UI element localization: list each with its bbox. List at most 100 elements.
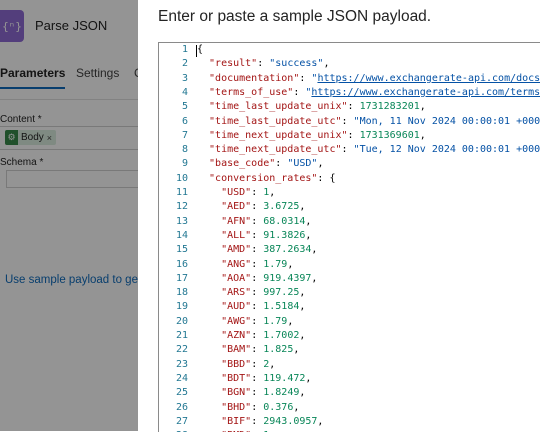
line-number: 9	[181, 158, 188, 170]
code-line: 8 "time_next_update_utc": "Tue, 12 Nov 2…	[159, 143, 540, 157]
token-key: "BGN"	[197, 387, 252, 399]
code-line: 15 "AMD": 387.2634,	[159, 243, 540, 257]
code-line: 21 "AZN": 1.7002,	[159, 329, 540, 343]
token-punc: ,	[305, 215, 312, 227]
code-text: "terms_of_use": "https://www.exchangerat…	[197, 86, 540, 100]
line-number: 23	[175, 358, 188, 370]
token-str: "success"	[269, 58, 324, 70]
code-text: "AOA": 919.4397,	[197, 272, 317, 286]
token-key: "BBD"	[197, 358, 252, 370]
token-url[interactable]: https://www.exchangerate-api.com/docs	[317, 73, 540, 84]
token-punc: ,	[305, 372, 312, 384]
code-text: "BGN": 1.8249,	[197, 386, 305, 400]
code-line: 18 "ARS": 997.25,	[159, 286, 540, 300]
token-key: "AMD"	[197, 244, 252, 256]
token-key: "time_last_update_utc"	[197, 115, 342, 127]
token-punc: :	[299, 72, 312, 84]
code-line: 9 "base_code": "USD",	[159, 157, 540, 171]
line-number: 24	[175, 372, 188, 384]
text-cursor	[196, 45, 197, 57]
line-number: 4	[181, 86, 188, 98]
token-key: "AWG"	[197, 315, 252, 327]
token-punc: ,	[311, 244, 318, 256]
token-key: "BDT"	[197, 372, 252, 384]
token-punc: :	[251, 358, 264, 370]
token-punc: :	[341, 115, 354, 127]
line-number: 11	[175, 187, 188, 198]
token-key: "conversion_rates"	[197, 172, 318, 184]
token-str: "Mon, 11 Nov 2024 00:00:01 +0000"	[353, 115, 540, 127]
token-punc: ,	[305, 229, 312, 241]
token-key: "time_next_update_utc"	[197, 144, 342, 156]
line-number: 27	[175, 415, 188, 427]
token-punc: ,	[317, 415, 324, 427]
code-line: 16 "ANG": 1.79,	[159, 258, 540, 272]
token-punc: :	[251, 215, 264, 227]
code-line: 13 "AFN": 68.0314,	[159, 215, 540, 229]
code-text: "AMD": 387.2634,	[197, 243, 317, 257]
code-line: 23 "BBD": 2,	[159, 358, 540, 372]
code-text: "documentation": "https://www.exchangera…	[197, 72, 540, 86]
token-key: "ANG"	[197, 258, 252, 270]
line-number: 5	[181, 101, 188, 113]
token-num: 1.79	[263, 315, 288, 327]
token-punc: ,	[419, 101, 426, 113]
token-key: "BHD"	[197, 401, 252, 413]
token-key: "terms_of_use"	[197, 86, 294, 98]
line-number: 6	[181, 115, 188, 127]
token-punc: ,	[293, 344, 300, 356]
code-line: 25 "BGN": 1.8249,	[159, 386, 540, 400]
token-key: "AZN"	[197, 330, 252, 341]
code-text: "time_next_update_utc": "Tue, 12 Nov 202…	[197, 143, 540, 157]
code-text: "conversion_rates": {	[197, 172, 335, 186]
code-text: {	[197, 43, 203, 57]
token-punc: :	[251, 201, 264, 213]
code-text: "result": "success",	[197, 57, 329, 71]
line-number: 19	[175, 301, 188, 313]
token-num: 1731369601	[359, 129, 420, 141]
token-url[interactable]: https://www.exchangerate-api.com/terms	[311, 87, 540, 98]
line-number: 15	[175, 244, 188, 256]
code-line: 2 "result": "success",	[159, 57, 540, 71]
token-punc: :	[251, 187, 264, 198]
token-punc: :	[341, 144, 354, 156]
token-num: 1.7002	[263, 330, 300, 341]
token-num: 2943.0957	[263, 415, 318, 427]
line-number: 21	[175, 330, 188, 341]
token-punc: :	[251, 415, 264, 427]
line-number: 18	[175, 287, 188, 299]
line-number: 14	[175, 229, 188, 241]
line-number: 22	[175, 344, 188, 356]
token-key: "documentation"	[197, 72, 300, 84]
token-num: 387.2634	[263, 244, 312, 256]
token-punc: ,	[293, 401, 300, 413]
token-key: "ARS"	[197, 287, 252, 299]
code-text: "BAM": 1.825,	[197, 343, 299, 357]
sample-payload-dialog: Enter or paste a sample JSON payload. 1 {…	[138, 0, 540, 432]
token-key: "AFN"	[197, 215, 252, 227]
dialog-title: Enter or paste a sample JSON payload.	[158, 8, 432, 25]
token-punc: :	[275, 158, 288, 170]
token-punc: :	[251, 301, 264, 313]
code-line: 19 "AUD": 1.5184,	[159, 300, 540, 314]
line-number: 17	[175, 272, 188, 284]
token-punc: ,	[269, 358, 276, 370]
token-punc: ,	[287, 258, 294, 270]
json-payload-editor[interactable]: 1{2 "result": "success", 3 "documentation…	[158, 42, 540, 432]
code-text: "AUD": 1.5184,	[197, 300, 305, 314]
line-number: 1	[181, 44, 188, 55]
code-line: 20 "AWG": 1.79,	[159, 315, 540, 329]
code-line: 26 "BHD": 0.376,	[159, 401, 540, 415]
code-text: "ANG": 1.79,	[197, 258, 293, 272]
token-punc: :	[251, 287, 264, 299]
code-text: "AZN": 1.7002,	[197, 329, 305, 343]
token-punc: ,	[299, 330, 306, 341]
code-line: 6 "time_last_update_utc": "Mon, 11 Nov 2…	[159, 115, 540, 129]
token-key: "BIF"	[197, 415, 252, 427]
token-punc: :	[347, 101, 360, 113]
token-punc: :	[251, 272, 264, 284]
line-number: 26	[175, 401, 188, 413]
token-punc: :	[251, 229, 264, 241]
line-number: 7	[181, 129, 188, 141]
token-str: "Tue, 12 Nov 2024 00:00:01 +0000"	[353, 144, 540, 156]
